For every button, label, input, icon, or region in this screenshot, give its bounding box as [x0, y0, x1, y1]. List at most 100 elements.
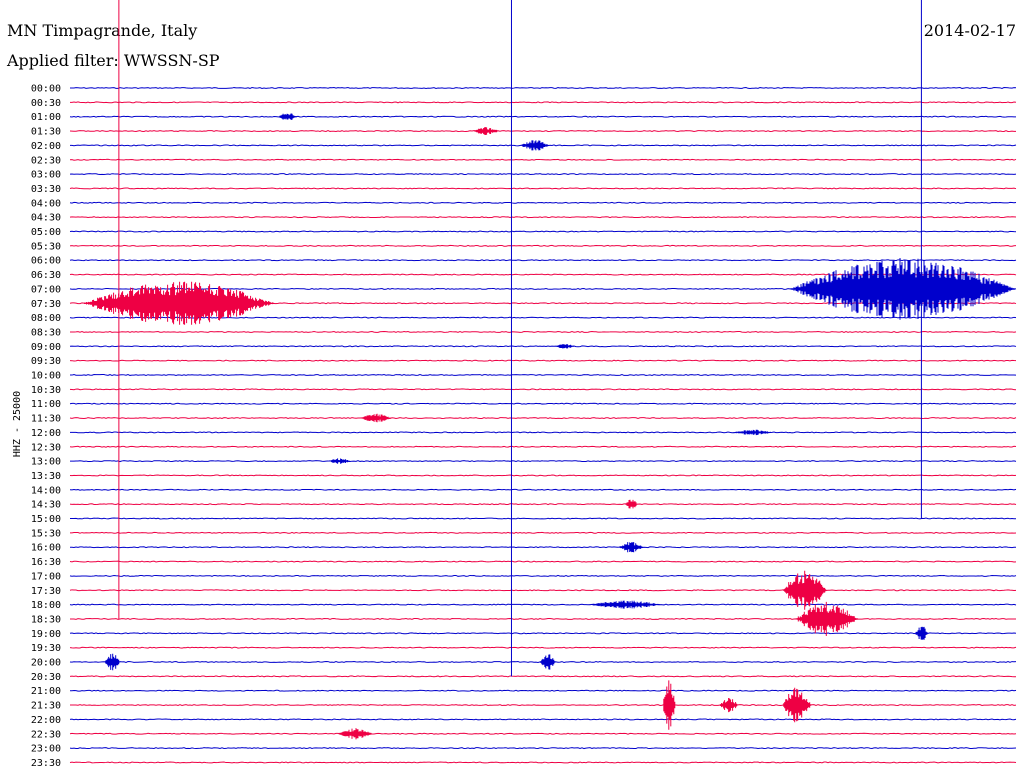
row-time-label: 18:30	[31, 614, 61, 625]
row-time-label: 16:00	[31, 543, 61, 554]
row-time-label: 13:30	[31, 471, 61, 482]
trace-line	[69, 417, 1017, 420]
row-time-label: 04:30	[31, 213, 61, 224]
event-burst	[338, 728, 373, 740]
trace-line	[69, 488, 1017, 491]
trace-line	[69, 589, 1017, 592]
trace-line	[69, 460, 1017, 463]
event-burst	[474, 127, 500, 135]
event-burst	[540, 654, 556, 670]
row-time-label: 03:30	[31, 184, 61, 195]
trace-line	[69, 330, 1017, 333]
row-time-label: 07:30	[31, 299, 61, 310]
trace-line	[69, 718, 1017, 721]
row-time-label: 17:00	[31, 571, 61, 582]
trace-line	[69, 646, 1017, 649]
trace-line	[69, 531, 1017, 534]
row-time-label: 23:30	[31, 758, 61, 769]
trace-line	[69, 230, 1017, 233]
trace-line	[69, 87, 1017, 89]
row-time-label: 17:30	[31, 586, 61, 597]
row-time-label: 00:30	[31, 98, 61, 109]
row-time-label: 18:00	[31, 600, 61, 611]
event-burst	[278, 113, 297, 120]
trace-line	[69, 560, 1017, 563]
row-time-label: 08:30	[31, 327, 61, 338]
trace-line	[70, 431, 1017, 434]
trace-line	[69, 546, 1017, 549]
row-time-label: 13:00	[31, 457, 61, 468]
row-time-label: 16:30	[31, 557, 61, 568]
row-time-label: 11:30	[31, 414, 61, 425]
trace-line	[69, 115, 1017, 118]
row-time-label: 22:00	[31, 715, 61, 726]
trace-line	[69, 503, 1017, 506]
trace-line	[69, 388, 1017, 391]
event-burst	[329, 458, 351, 464]
row-time-label: 14:30	[31, 500, 61, 511]
event-burst	[556, 344, 575, 349]
trace-line	[69, 359, 1017, 362]
row-time-label: 03:00	[31, 170, 61, 181]
event-burst	[732, 429, 773, 436]
trace-line	[69, 632, 1017, 635]
trace-line	[69, 158, 1017, 161]
trace-line	[69, 445, 1017, 448]
trace-line	[69, 101, 1017, 104]
row-time-label: 12:00	[31, 428, 61, 439]
event-burst	[360, 413, 392, 423]
event-burst	[587, 600, 662, 609]
row-time-label: 09:00	[31, 342, 61, 353]
row-time-label: 11:00	[31, 399, 61, 410]
row-time-label: 22:30	[31, 729, 61, 740]
row-time-label: 05:30	[31, 241, 61, 252]
row-time-label: 06:30	[31, 270, 61, 281]
trace-line	[69, 617, 1017, 620]
trace-line	[69, 689, 1017, 692]
row-time-label: 00:00	[31, 84, 61, 95]
event-burst	[105, 653, 121, 671]
row-time-label: 10:00	[31, 371, 61, 382]
trace-line	[69, 675, 1017, 678]
trace-line	[69, 187, 1017, 190]
trace-line	[69, 316, 1017, 319]
row-time-label: 04:00	[31, 198, 61, 209]
trace-line	[69, 201, 1017, 204]
row-time-label: 19:00	[31, 629, 61, 640]
helicorder-plot: 00:00 00:30 01:00 01:30 02:00 02:30 03:00 03:30…	[31, 0, 1017, 769]
trace-line	[69, 747, 1017, 750]
event-burst	[625, 499, 638, 509]
trace-line	[69, 345, 1017, 348]
row-time-label: 06:00	[31, 256, 61, 267]
row-time-label: 21:30	[31, 701, 61, 712]
trace-line	[69, 173, 1017, 176]
trace-line	[70, 517, 1017, 520]
event-burst	[783, 687, 812, 723]
row-time-label: 15:30	[31, 528, 61, 539]
event-burst	[789, 258, 1016, 320]
row-time-label: 09:30	[31, 356, 61, 367]
trace-line	[69, 474, 1017, 477]
trace-line	[69, 216, 1017, 219]
row-time-label: 10:30	[31, 385, 61, 396]
row-time-label: 01:00	[31, 112, 61, 123]
trace-line	[69, 704, 1017, 707]
row-time-label: 23:00	[31, 744, 61, 755]
trace-line	[69, 761, 1017, 764]
trace-line	[69, 402, 1017, 405]
event-burst	[619, 542, 645, 553]
row-time-label: 07:00	[31, 284, 61, 295]
row-time-label: 12:30	[31, 442, 61, 453]
event-burst	[720, 698, 739, 713]
trace-line	[69, 244, 1017, 247]
row-time-label: 02:30	[31, 155, 61, 166]
row-time-label: 20:00	[31, 658, 61, 669]
trace-line	[69, 732, 1017, 735]
trace-line	[69, 574, 1017, 577]
row-time-label: 05:00	[31, 227, 61, 238]
row-time-label: 08:00	[31, 313, 61, 324]
row-time-label: 14:00	[31, 485, 61, 496]
event-burst	[663, 680, 676, 730]
event-burst	[915, 626, 928, 640]
trace-line	[69, 374, 1017, 376]
